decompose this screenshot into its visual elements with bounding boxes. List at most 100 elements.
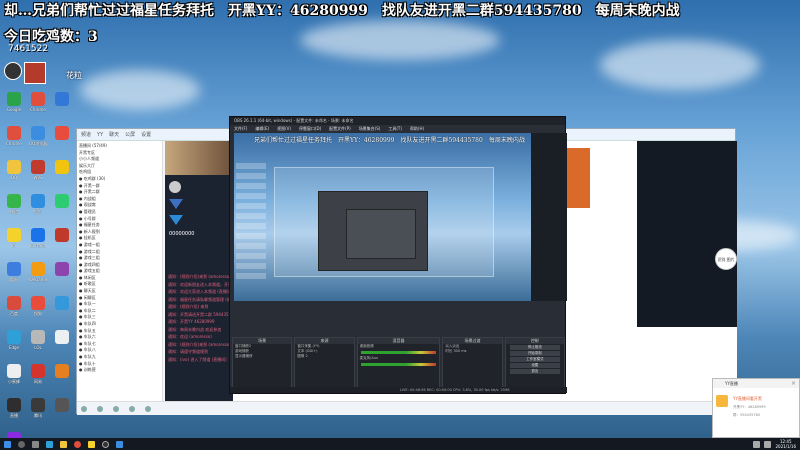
desktop-icon[interactable]: 搜狗 [26,296,50,326]
desktop-icon[interactable]: Chrome [26,92,50,122]
channel-tree-item[interactable]: 娱乐大厅 [79,163,160,170]
desktop-icon[interactable]: 直播 [2,398,26,428]
channel-tree-item[interactable]: ● 游戏三组 [79,255,160,262]
channel-tree-item[interactable]: ● 车队五 [79,328,160,335]
channel-tree-item[interactable]: ● 车队九 [79,354,160,361]
channel-tree-item[interactable]: ● 挂机区 [79,235,160,242]
desktop-icon[interactable]: 钉钉 [26,194,50,224]
windows-start-icon[interactable] [4,440,11,448]
desktop-icon[interactable]: 小蜜蜂 [2,364,26,394]
desktop-icon[interactable]: Cortana [26,228,50,258]
volume-meter[interactable] [360,351,437,354]
image-icon[interactable] [97,405,103,412]
yy-icon[interactable] [88,440,95,448]
qq-icon[interactable] [116,440,123,448]
desktop-icon[interactable]: QQ [2,160,26,190]
task-view-icon[interactable] [32,440,39,448]
desktop-icon[interactable]: Google [2,92,26,122]
channel-tree-item[interactable]: ● 开黑一群 [79,183,160,190]
chrome-icon[interactable] [74,440,81,448]
desktop-icon[interactable] [50,126,74,156]
system-clock[interactable]: 12:45 2021/1/16 [775,439,796,449]
emoji-icon[interactable] [81,405,87,412]
channel-tree-item[interactable]: ● 车队一 [79,301,160,308]
desktop-icon[interactable] [50,228,74,258]
obs-menu-item[interactable]: 配置文件(P) [329,126,351,132]
start-recording-button[interactable]: 开始录制 [509,351,560,356]
desktop-icon[interactable]: 网易 [26,364,50,394]
desktop-icon[interactable]: QQ浏览器 [26,126,50,156]
channel-tree-item[interactable]: 小小人频道 [79,156,160,163]
sources-dock[interactable]: 来源 窗口采集 (YY) 文本 (GDI+) 图像 2 [294,337,355,393]
desktop-icon[interactable] [50,364,74,394]
desktop-icon[interactable] [50,92,74,122]
close-icon[interactable]: × [791,379,796,388]
desktop-icon[interactable]: 百度 [2,296,26,326]
explorer-icon[interactable] [60,440,67,448]
yy-tab[interactable]: 频道 [81,131,91,138]
volume-icon[interactable] [764,440,772,448]
obs-menu-item[interactable]: 帮助(H) [410,126,424,132]
desktop-icon[interactable]: Edge [2,330,26,360]
channel-tree-item[interactable]: ● 福星任务 [79,222,160,229]
settings-icon[interactable] [145,405,151,412]
channel-tree-item[interactable]: ● 训练营 [79,367,160,374]
channel-tree-item[interactable]: ● 游戏五组 [79,268,160,275]
mixer-dock[interactable]: 混音器 桌面音频 麦克风/Aux [356,337,441,393]
channel-tree-item[interactable]: ● 车队六 [79,334,160,341]
obs-preview[interactable]: 兄弟们帮忙过过福星任务拜托 开黑YY：46280999 找队友进开黑二群5944… [234,133,531,301]
channel-tree-item[interactable]: 开黑专区 [79,150,160,157]
channel-tree-item[interactable]: ● 车队三 [79,314,160,321]
channel-tree-item[interactable]: ● 车队八 [79,347,160,354]
edge-icon[interactable] [46,440,53,448]
channel-tree-item[interactable]: ● 吃鸡群 (30) [79,176,160,183]
identify-image-button[interactable]: 识别 图片 [715,248,737,270]
channel-tree-item[interactable]: ● 内战组 [79,196,160,203]
desktop-icon[interactable] [50,262,74,292]
notification-popup[interactable]: YY直播 × YY直播间看开黑 开黑YY：46280999 群：59443578… [712,378,800,438]
channel-tree-item[interactable]: 直播间 (57/49) [79,143,160,150]
desktop-icon[interactable] [50,160,74,190]
volume-meter[interactable] [360,363,437,366]
exit-button[interactable]: 退出 [509,369,560,374]
obs-menu-item[interactable]: 视图(V) [277,126,291,132]
desktop-icon[interactable]: Chrome [2,126,26,156]
channel-tree-item[interactable]: ● 聊天区 [79,288,160,295]
desktop-icon[interactable]: WeGame [26,262,50,292]
desktop-icon[interactable]: YY [2,228,26,258]
channel-tree-item[interactable]: ● 小号群 [79,216,160,223]
channel-tree-item[interactable]: ● 车队十 [79,361,160,368]
settings-button[interactable]: 设置 [509,363,560,368]
channel-tree-item[interactable]: ● 车队二 [79,308,160,315]
channel-tree-item[interactable]: ● 车队四 [79,321,160,328]
channel-tree-item[interactable]: ● 车队七 [79,341,160,348]
channel-tree-item[interactable]: ● 休闲区 [79,275,160,282]
desktop-icon[interactable] [50,330,74,360]
channel-tree-item[interactable]: 吃鸡组 [79,169,160,176]
desktop-icon[interactable]: 酷狗 [2,262,26,292]
obs-menu-item[interactable]: 停靠窗口(D) [299,126,321,132]
yy-tab[interactable]: 聊天 [109,131,119,138]
desktop-icon[interactable] [50,296,74,326]
obs-menu-item[interactable]: 场景集合(S) [359,126,381,132]
channel-tree-item[interactable]: ● 观战席 [79,202,160,209]
stop-streaming-button[interactable]: 停止推流 [509,345,560,350]
scene-item[interactable]: 显示器捕获 [233,354,291,359]
channel-tree-item[interactable]: ● 游戏二组 [79,249,160,256]
transition-duration[interactable]: 时长 300 ms [443,349,501,354]
yy-tab[interactable]: 公屏 [125,131,135,138]
scenes-dock[interactable]: 场景 窗口捕获2 游戏捕获 显示器捕获 [232,337,293,393]
obs-menu-item[interactable]: 工具(T) [388,126,402,132]
search-icon[interactable] [18,440,25,448]
network-icon[interactable] [753,440,761,448]
gift-icon[interactable] [113,405,119,412]
channel-tree-item[interactable]: ● 闲聊区 [79,295,160,302]
source-item[interactable]: 图像 2 [295,354,353,359]
channel-tree-item[interactable]: ● 游戏四组 [79,262,160,269]
obs-menu-item[interactable]: 文件(F) [234,126,247,132]
desktop-icon[interactable] [50,194,74,224]
obs-menu-item[interactable]: 编辑(E) [255,126,269,132]
controls-dock[interactable]: 控制 停止推流 开始录制 工作室模式 设置 退出 [504,337,565,393]
yy-tab[interactable]: 设置 [141,131,151,138]
desktop-icon[interactable]: 腾讯 [26,398,50,428]
